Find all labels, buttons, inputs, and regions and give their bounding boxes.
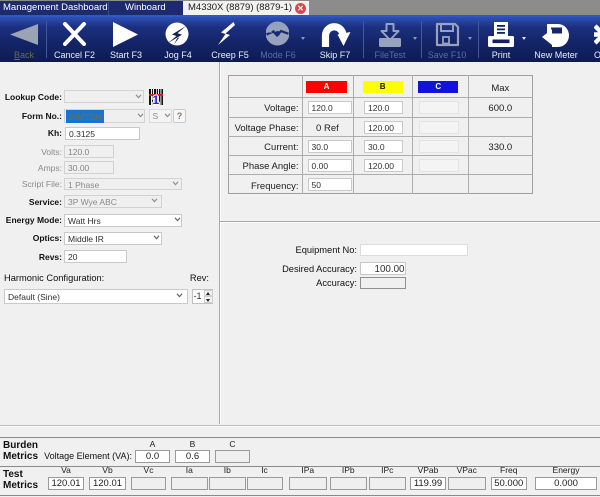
svg-text:1: 1 [153, 93, 160, 105]
